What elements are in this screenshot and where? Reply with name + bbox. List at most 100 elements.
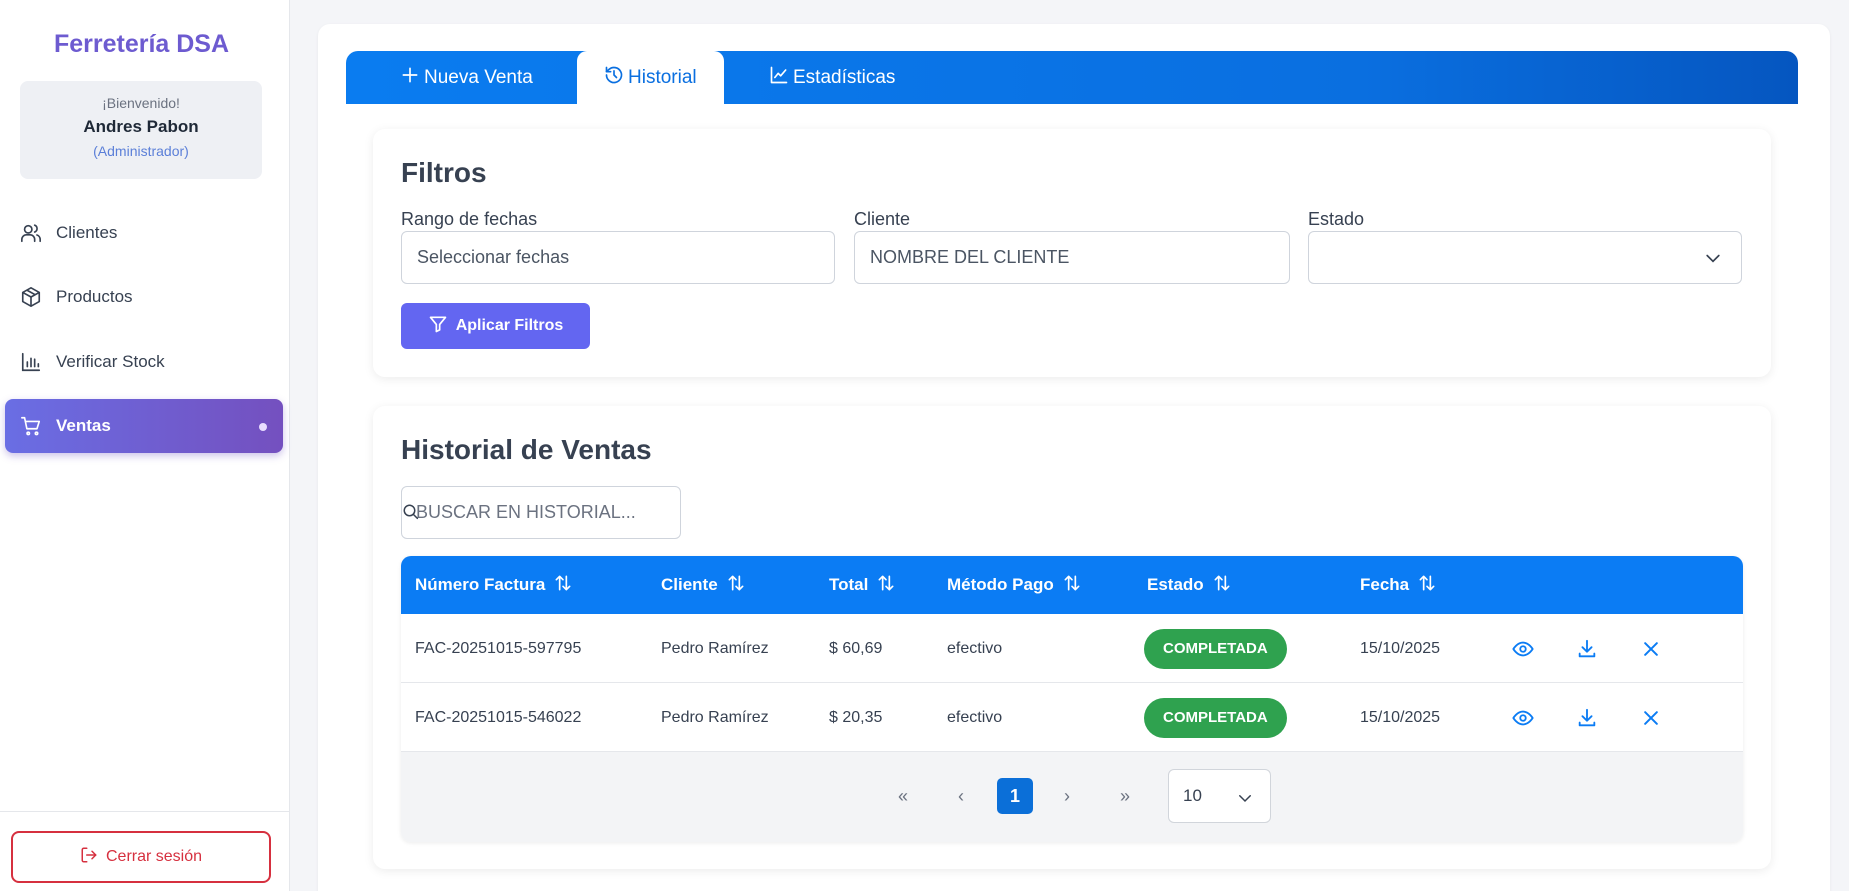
tab-label: Estadísticas (793, 66, 896, 88)
cell-status: COMPLETADA (1144, 683, 1287, 752)
plus-icon (400, 65, 420, 91)
column-label: Número Factura (415, 575, 546, 594)
column-header-payment-method[interactable]: Método Pago (947, 556, 1082, 614)
page-size-value: 10 (1183, 786, 1202, 805)
tab-historial[interactable]: Historial (577, 51, 724, 104)
sidebar-item-clientes[interactable]: Clientes (5, 206, 283, 260)
status-select[interactable] (1308, 231, 1742, 284)
status-label: Estado (1308, 209, 1365, 229)
filters-panel: Filtros Rango de fechas Seleccionar fech… (373, 129, 1771, 377)
cell-invoice: FAC-20251015-546022 (415, 708, 582, 726)
eye-icon (1512, 710, 1534, 726)
column-header-client[interactable]: Cliente (661, 556, 746, 614)
column-header-invoice[interactable]: Número Factura (415, 556, 573, 614)
column-header-date[interactable]: Fecha (1360, 556, 1437, 614)
page-1-button[interactable]: 1 (997, 778, 1033, 814)
view-button[interactable] (1511, 706, 1535, 730)
date-range-input[interactable]: Seleccionar fechas (401, 231, 835, 284)
client-input[interactable]: NOMBRE DEL CLIENTE (854, 231, 1290, 284)
chevron-down-icon (1703, 248, 1723, 273)
sidebar-item-ventas[interactable]: Ventas (5, 399, 283, 453)
column-label: Fecha (1360, 575, 1410, 594)
logout-button[interactable]: Cerrar sesión (11, 831, 271, 883)
welcome-text: ¡Bienvenido! (102, 95, 180, 111)
date-range-placeholder: Seleccionar fechas (417, 247, 570, 267)
first-page-button[interactable]: « (885, 778, 921, 814)
client-placeholder: NOMBRE DEL CLIENTE (870, 247, 1070, 267)
prev-page-button[interactable]: ‹ (943, 778, 979, 814)
status-badge: COMPLETADA (1144, 628, 1287, 669)
column-label: Método Pago (947, 575, 1054, 594)
sort-icon (876, 573, 896, 598)
users-icon (19, 221, 43, 245)
sidebar-item-label: Clientes (56, 223, 118, 242)
sales-table: Número Factura Cliente Total Método Pago… (401, 556, 1743, 842)
bar-chart-icon (19, 350, 43, 374)
tab-label: Historial (628, 66, 697, 88)
download-button[interactable] (1575, 637, 1599, 661)
cell-client: Pedro Ramírez (661, 639, 769, 657)
brand-title: Ferretería DSA (53, 30, 230, 58)
tab-nueva-venta[interactable]: Nueva Venta (400, 51, 533, 104)
status-badge: COMPLETADA (1144, 697, 1287, 738)
download-icon (1578, 639, 1596, 658)
sidebar-item-label: Productos (56, 287, 133, 306)
sidebar-item-label: Ventas (56, 416, 111, 435)
sidebar-item-verificar-stock[interactable]: Verificar Stock (5, 335, 283, 389)
column-label: Total (829, 575, 869, 594)
cell-payment-method: efectivo (947, 708, 1003, 726)
sidebar: Ferretería DSA ¡Bienvenido! Andres Pabon… (0, 0, 290, 891)
download-button[interactable] (1575, 706, 1599, 730)
cell-total: $ 60,69 (829, 639, 883, 657)
sort-icon (1417, 573, 1437, 598)
cell-payment-method: efectivo (947, 639, 1003, 657)
cart-icon (19, 414, 43, 438)
welcome-card: ¡Bienvenido! Andres Pabon (Administrador… (20, 81, 262, 179)
cell-date: 15/10/2025 (1360, 639, 1441, 657)
search-icon (402, 503, 420, 526)
pagination: « ‹ 1 › » 10 (401, 752, 1743, 842)
view-button[interactable] (1511, 637, 1535, 661)
cell-date: 15/10/2025 (1360, 708, 1441, 726)
column-header-status[interactable]: Estado (1147, 556, 1232, 614)
cancel-sale-button[interactable] (1639, 706, 1663, 730)
tab-label: Nueva Venta (424, 66, 533, 88)
sort-icon (553, 573, 573, 598)
eye-icon (1512, 641, 1534, 657)
close-icon (1644, 711, 1658, 725)
cancel-sale-button[interactable] (1639, 637, 1663, 661)
download-icon (1578, 708, 1596, 727)
sort-icon (1212, 573, 1232, 598)
date-range-label: Rango de fechas (401, 209, 538, 229)
cell-status: COMPLETADA (1144, 614, 1287, 683)
table-row: FAC-20251015-597795 Pedro Ramírez $ 60,6… (401, 614, 1743, 683)
apply-filters-label: Aplicar Filtros (455, 317, 564, 334)
table-header: Número Factura Cliente Total Método Pago… (401, 556, 1743, 614)
close-icon (1644, 642, 1658, 656)
sidebar-item-productos[interactable]: Productos (5, 270, 283, 324)
box-icon (19, 285, 43, 309)
sort-icon (1062, 573, 1082, 598)
cell-client: Pedro Ramírez (661, 708, 769, 726)
active-indicator (259, 423, 267, 431)
next-page-button[interactable]: › (1049, 778, 1085, 814)
history-title: Historial de Ventas (401, 434, 652, 465)
column-header-total[interactable]: Total (829, 556, 896, 614)
page-size-select[interactable]: 10 (1168, 769, 1271, 823)
filters-title: Filtros (401, 157, 487, 188)
cell-invoice: FAC-20251015-597795 (415, 639, 582, 657)
client-label: Cliente (854, 209, 911, 229)
history-search-input[interactable]: BUSCAR EN HISTORIAL... (401, 486, 681, 539)
user-name: Andres Pabon (83, 117, 199, 136)
last-page-button[interactable]: » (1107, 778, 1143, 814)
table-row: FAC-20251015-546022 Pedro Ramírez $ 20,3… (401, 683, 1743, 752)
apply-filters-button[interactable]: Aplicar Filtros (401, 303, 590, 349)
user-role: (Administrador) (93, 143, 189, 159)
logout-label: Cerrar sesión (105, 848, 203, 865)
cell-total: $ 20,35 (829, 708, 883, 726)
tab-estadisticas[interactable]: Estadísticas (769, 51, 895, 104)
chart-line-icon (769, 65, 789, 91)
history-icon (604, 65, 624, 91)
sidebar-footer: Cerrar sesión (0, 811, 290, 891)
filter-icon (428, 314, 448, 339)
